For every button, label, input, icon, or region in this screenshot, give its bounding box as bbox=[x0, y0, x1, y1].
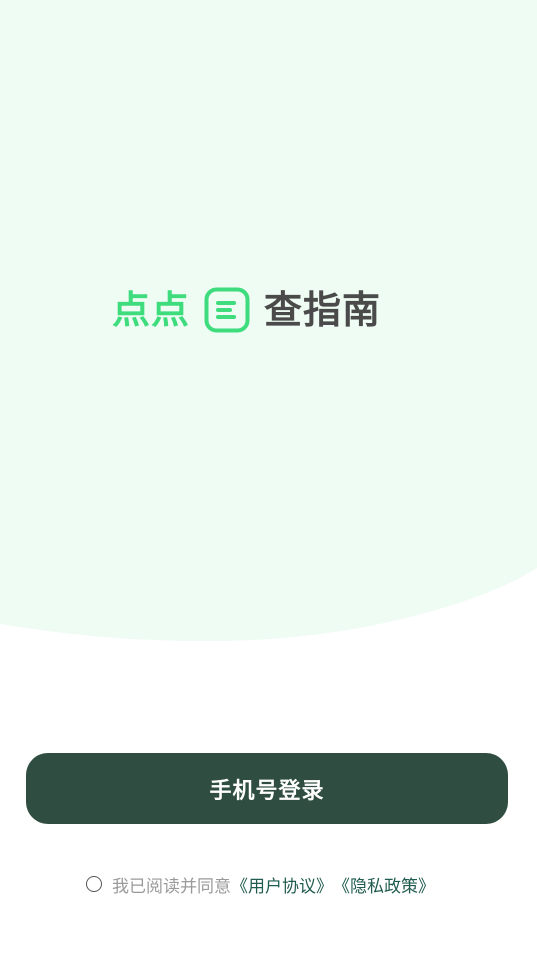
agreement-prefix: 我已阅读并同意 bbox=[112, 876, 231, 897]
agreement-row: 我已阅读并同意 《用户协议》 《隐私政策》 bbox=[86, 871, 435, 897]
login-screen: 点点 查指南 手机号登录 我已阅读并同意 《用户协议》 《隐私政策》 bbox=[0, 0, 537, 976]
agree-checkbox[interactable] bbox=[86, 876, 102, 892]
logo-text-chazhinan: 查指南 bbox=[264, 288, 382, 332]
app-logo: 点点 查指南 bbox=[112, 284, 381, 336]
privacy-policy-link[interactable]: 《隐私政策》 bbox=[333, 872, 435, 897]
logo-text-diandian: 点点 bbox=[112, 288, 191, 332]
phone-login-button[interactable]: 手机号登录 bbox=[26, 753, 508, 824]
chat-list-icon bbox=[204, 287, 250, 333]
user-agreement-link[interactable]: 《用户协议》 bbox=[231, 872, 333, 897]
